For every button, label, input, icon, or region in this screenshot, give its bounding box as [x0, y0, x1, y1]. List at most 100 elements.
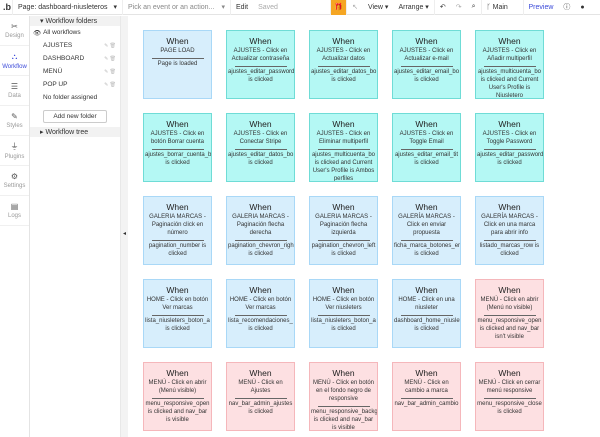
- nav-settings[interactable]: ⚙ Settings: [0, 166, 29, 196]
- help-icon[interactable]: ⓘ: [558, 0, 575, 15]
- workflow-title: AJUSTES - Click en Actualizar datos: [316, 48, 371, 62]
- workflow-title: MENÚ - Click en abrir (Menú no visible): [480, 297, 539, 311]
- undo-icon[interactable]: ↶: [435, 0, 451, 15]
- when-label: When: [249, 202, 272, 212]
- nav-label: Workflow: [2, 63, 27, 70]
- workflow-card[interactable]: When MENÚ - Click en Ajustes nav_bar_adm…: [226, 362, 295, 431]
- all-workflows[interactable]: 👁 All workflows: [30, 26, 120, 39]
- workflow-card[interactable]: When HOME - Click en botón Ver marcas li…: [143, 279, 212, 348]
- workflow-folders-header[interactable]: ▾ Workflow folders: [30, 16, 120, 26]
- edit-delete-icons[interactable]: ✎ 🗑: [104, 43, 116, 49]
- workflow-card[interactable]: When AJUSTES - Click en botón Borrar cue…: [143, 113, 212, 182]
- preview-button[interactable]: Preview: [524, 0, 559, 15]
- branch-selector[interactable]: ᚴ Main: [482, 0, 524, 15]
- arrange-menu[interactable]: Arrange ▾: [393, 0, 435, 15]
- event-search[interactable]: Pick an event or an action... ▾: [123, 0, 231, 15]
- divider-line: [317, 315, 370, 316]
- nav-label: Data: [8, 93, 21, 99]
- page-name: Page: dashboard-niusleteros: [18, 3, 108, 11]
- workflow-condition: ajustes_editar_datos_bo is clicked: [311, 69, 377, 83]
- workflow-card[interactable]: When HOME - Click en botón Ver niusleter…: [309, 279, 378, 348]
- folder-item[interactable]: MENÚ ✎ 🗑: [30, 65, 120, 78]
- folder-label: All workflows: [43, 29, 81, 36]
- divider-line: [317, 66, 370, 67]
- avatar-icon[interactable]: ●: [575, 0, 589, 15]
- design-icon: ✂: [11, 22, 18, 31]
- view-menu[interactable]: View ▾: [363, 0, 394, 15]
- workflow-title: HOME - Click en una niusleter: [398, 297, 455, 311]
- workflow-card[interactable]: When AJUSTES - Click en Añadir multiperf…: [475, 30, 544, 99]
- add-new-folder-button[interactable]: Add new folder: [43, 110, 107, 123]
- search-icon[interactable]: ⌕: [467, 0, 482, 15]
- collapse-arrow-icon[interactable]: ◂: [123, 230, 126, 237]
- workflow-card[interactable]: When GALERIA MARCAS - Paginación flecha …: [226, 196, 295, 265]
- bubble-logo-icon[interactable]: .b: [0, 0, 13, 15]
- gift-icon[interactable]: 🎁: [331, 0, 348, 15]
- redo-icon[interactable]: ↷: [451, 0, 467, 15]
- workflow-card[interactable]: When AJUSTES - Click en Actualizar datos…: [309, 30, 378, 99]
- page-selector[interactable]: Page: dashboard-niusleteros ▾: [13, 0, 123, 15]
- workflow-card[interactable]: When GALERÍA MARCAS - Click en una marca…: [475, 196, 544, 265]
- left-nav-rail: ✂ Design ⛬ Workflow ☰ Data ✎ Styles ⏚ Plugins…: [0, 16, 30, 437]
- workflow-card[interactable]: When GALERIA MARCAS - Paginación click e…: [143, 196, 212, 265]
- folder-label: POP UP: [43, 81, 68, 88]
- divider-line: [151, 315, 204, 316]
- when-label: When: [415, 119, 438, 129]
- workflow-card[interactable]: When AJUSTES - Click en Toggle Password …: [475, 113, 544, 182]
- workflow-condition: pagination_number is clicked: [148, 243, 207, 257]
- workflow-card[interactable]: When MENÚ - Click en botón en el fondo n…: [309, 362, 378, 431]
- nav-data[interactable]: ☰ Data: [0, 76, 29, 106]
- folder-item[interactable]: DASHBOARD ✎ 🗑: [30, 52, 120, 65]
- panel-divider[interactable]: ◂: [120, 16, 128, 437]
- workflow-card[interactable]: When AJUSTES - Click en Actualizar e-mai…: [392, 30, 461, 99]
- select-arrow-icon[interactable]: ↖: [347, 0, 363, 15]
- when-label: When: [498, 36, 521, 46]
- divider-line: [483, 149, 536, 150]
- workflow-card[interactable]: When HOME - Click en botón Ver marcas li…: [226, 279, 295, 348]
- nav-plugins[interactable]: ⏚ Plugins: [0, 136, 29, 166]
- gear-icon: ⚙: [10, 172, 19, 181]
- workflow-card[interactable]: When MENÚ - Click en abrir (Menú visible…: [143, 362, 212, 431]
- nav-logs[interactable]: ▤ Logs: [0, 196, 29, 226]
- workflow-card[interactable]: When AJUSTES - Click en Conectar Stripe …: [226, 113, 295, 182]
- when-label: When: [415, 368, 438, 378]
- edit-delete-icons[interactable]: ✎ 🗑: [104, 69, 116, 75]
- workflow-card[interactable]: When PAGE LOAD Page is loaded: [143, 30, 212, 99]
- workflow-title: GALERIA MARCAS - Paginación flecha derec…: [232, 214, 289, 236]
- workflow-card[interactable]: When AJUSTES - Click en Eliminar multipe…: [309, 113, 378, 182]
- divider-line: [483, 398, 536, 399]
- nav-styles[interactable]: ✎ Styles: [0, 106, 29, 136]
- workflow-card[interactable]: When HOME - Click en una niusleter dashb…: [392, 279, 461, 348]
- workflow-card[interactable]: When MENÚ - Click en abrir (Menú no visi…: [475, 279, 544, 348]
- divider-line: [483, 315, 536, 316]
- workflow-condition: ajustes_editar_datos_bo is clicked: [228, 152, 294, 166]
- edit-delete-icons[interactable]: ✎ 🗑: [104, 56, 116, 62]
- nav-design[interactable]: ✂ Design: [0, 16, 29, 46]
- edit-delete-icons[interactable]: ✎ 🗑: [104, 82, 116, 88]
- workflow-condition: nav_bar_admin_ajustes is clicked: [228, 401, 293, 415]
- folder-label: DASHBOARD: [43, 55, 85, 62]
- when-label: When: [332, 36, 355, 46]
- workflow-card[interactable]: When AJUSTES - Click en Toggle Email aju…: [392, 113, 461, 182]
- workflow-condition: listado_marcas_row is clicked: [479, 243, 540, 257]
- workflow-title: AJUSTES - Click en Toggle Password: [482, 131, 537, 145]
- workflow-card[interactable]: When GALERIA MARCAS - Paginación flecha …: [309, 196, 378, 265]
- workflow-card[interactable]: When AJUSTES - Click en Actualizar contr…: [226, 30, 295, 99]
- workflow-icon: ⛬: [11, 51, 18, 61]
- workflow-condition: ajustes_multicuenta_bo is clicked and Cu…: [477, 69, 542, 99]
- folder-item[interactable]: AJUSTES ✎ 🗑: [30, 39, 120, 52]
- brush-icon: ✎: [11, 112, 18, 121]
- no-folder-item[interactable]: No folder assigned: [30, 91, 120, 104]
- workflow-card[interactable]: When MENÚ - Click en cambio a marca nav_…: [392, 362, 461, 431]
- nav-workflow[interactable]: ⛬ Workflow: [0, 46, 29, 76]
- workflow-tree-header[interactable]: ▸ Workflow tree: [30, 127, 120, 137]
- workflow-title: MENÚ - Click en cambio a marca: [404, 380, 449, 394]
- workflow-canvas: When PAGE LOAD Page is loaded When AJUSTE…: [128, 16, 600, 437]
- divider-line: [483, 66, 536, 67]
- workflow-card[interactable]: When MENÚ - Click en cerrar menú respons…: [475, 362, 544, 431]
- edit-menu[interactable]: Edit: [231, 0, 253, 15]
- when-label: When: [415, 285, 438, 295]
- workflow-condition: menu_responsive_open is clicked and nav_…: [145, 401, 210, 423]
- workflow-card[interactable]: When GALERÍA MARCAS - Click en enviar pr…: [392, 196, 461, 265]
- folder-item[interactable]: POP UP ✎ 🗑: [30, 78, 120, 91]
